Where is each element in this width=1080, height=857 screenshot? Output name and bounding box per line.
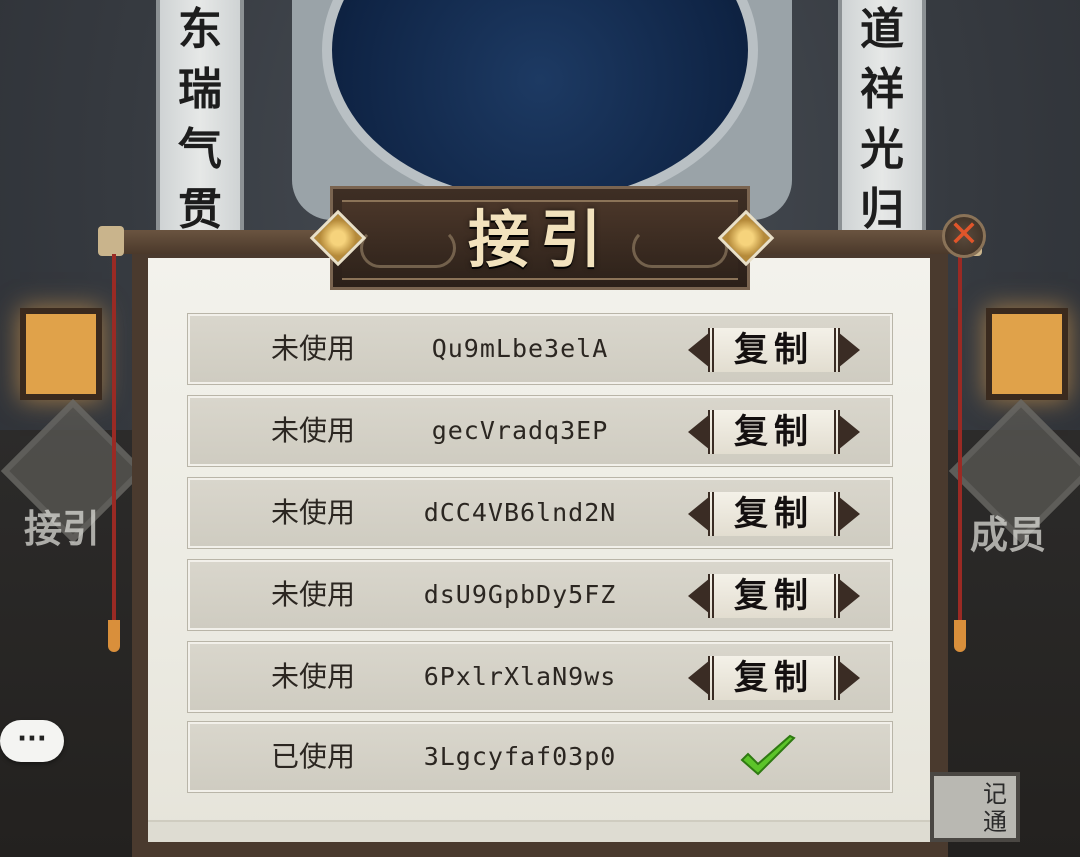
rod-cap-left [98, 226, 124, 256]
close-button[interactable]: ✕ [942, 214, 986, 258]
copy-button-label: 复制 [734, 494, 814, 534]
copy-button[interactable]: 复制 [686, 326, 862, 374]
left-cord [112, 254, 116, 624]
code-text: 6PxlrXlaN9ws [423, 662, 617, 691]
chat-bubble-text: ··· [17, 724, 47, 754]
code-row: 未使用 gecVradq3EP 复制 [187, 395, 893, 467]
copy-button-label: 复制 [734, 658, 814, 698]
code-text: Qu9mLbe3elA [431, 334, 609, 363]
code-status: 未使用 [270, 332, 355, 365]
code-text: gecVradq3EP [431, 416, 609, 445]
code-status: 未使用 [270, 414, 355, 447]
scroll-paper-edge [148, 820, 930, 842]
left-tassel [108, 620, 120, 652]
copy-button[interactable]: 复制 [686, 490, 862, 538]
code-status: 已使用 [270, 740, 355, 773]
code-status: 未使用 [270, 496, 355, 529]
code-text: 3Lgcyfaf03p0 [423, 742, 617, 771]
right-side-label: 成员 [970, 512, 1047, 557]
right-pillar: 道祥光归紫 [838, 0, 926, 295]
code-row: 未使用 6PxlrXlaN9ws 复制 [187, 641, 893, 713]
close-icon: ✕ [948, 214, 980, 255]
code-row: 已使用 3Lgcyfaf03p0 [187, 721, 893, 793]
corner-button-label: 记通 [983, 780, 1007, 836]
code-text: dCC4VB6lnd2N [423, 498, 617, 527]
code-row: 未使用 Qu9mLbe3elA 复制 [187, 313, 893, 385]
code-status: 未使用 [270, 660, 355, 693]
chevron-left-icon [688, 660, 710, 696]
copy-button-label: 复制 [734, 576, 814, 616]
copy-button[interactable]: 复制 [686, 572, 862, 620]
code-row: 未使用 dCC4VB6lnd2N 复制 [187, 477, 893, 549]
chevron-right-icon [838, 414, 860, 450]
corner-menu-button[interactable]: 记通 [930, 772, 1020, 842]
copy-button[interactable]: 复制 [686, 408, 862, 456]
chevron-left-icon [688, 496, 710, 532]
chevron-right-icon [838, 578, 860, 614]
right-tassel [954, 620, 966, 652]
chevron-right-icon [838, 660, 860, 696]
lantern-icon [986, 308, 1068, 400]
chevron-right-icon [838, 332, 860, 368]
copy-button-label: 复制 [734, 330, 814, 370]
copy-button[interactable]: 复制 [686, 654, 862, 702]
code-status: 未使用 [270, 578, 355, 611]
chevron-left-icon [688, 332, 710, 368]
chat-bubble-icon[interactable]: ··· [0, 720, 64, 762]
chevron-left-icon [688, 578, 710, 614]
right-cord [958, 254, 962, 624]
lantern-icon [20, 308, 102, 400]
left-side-label: 接引 [24, 506, 101, 551]
code-row: 未使用 dsU9GpbDy5FZ 复制 [187, 559, 893, 631]
left-pillar: 东瑞气贯苍 [156, 0, 244, 295]
panel-title: 接引 [467, 203, 612, 276]
code-text: dsU9GpbDy5FZ [423, 580, 617, 609]
chevron-left-icon [688, 414, 710, 450]
chevron-right-icon [838, 496, 860, 532]
copy-button-label: 复制 [734, 412, 814, 452]
checkmark-icon [740, 734, 796, 776]
